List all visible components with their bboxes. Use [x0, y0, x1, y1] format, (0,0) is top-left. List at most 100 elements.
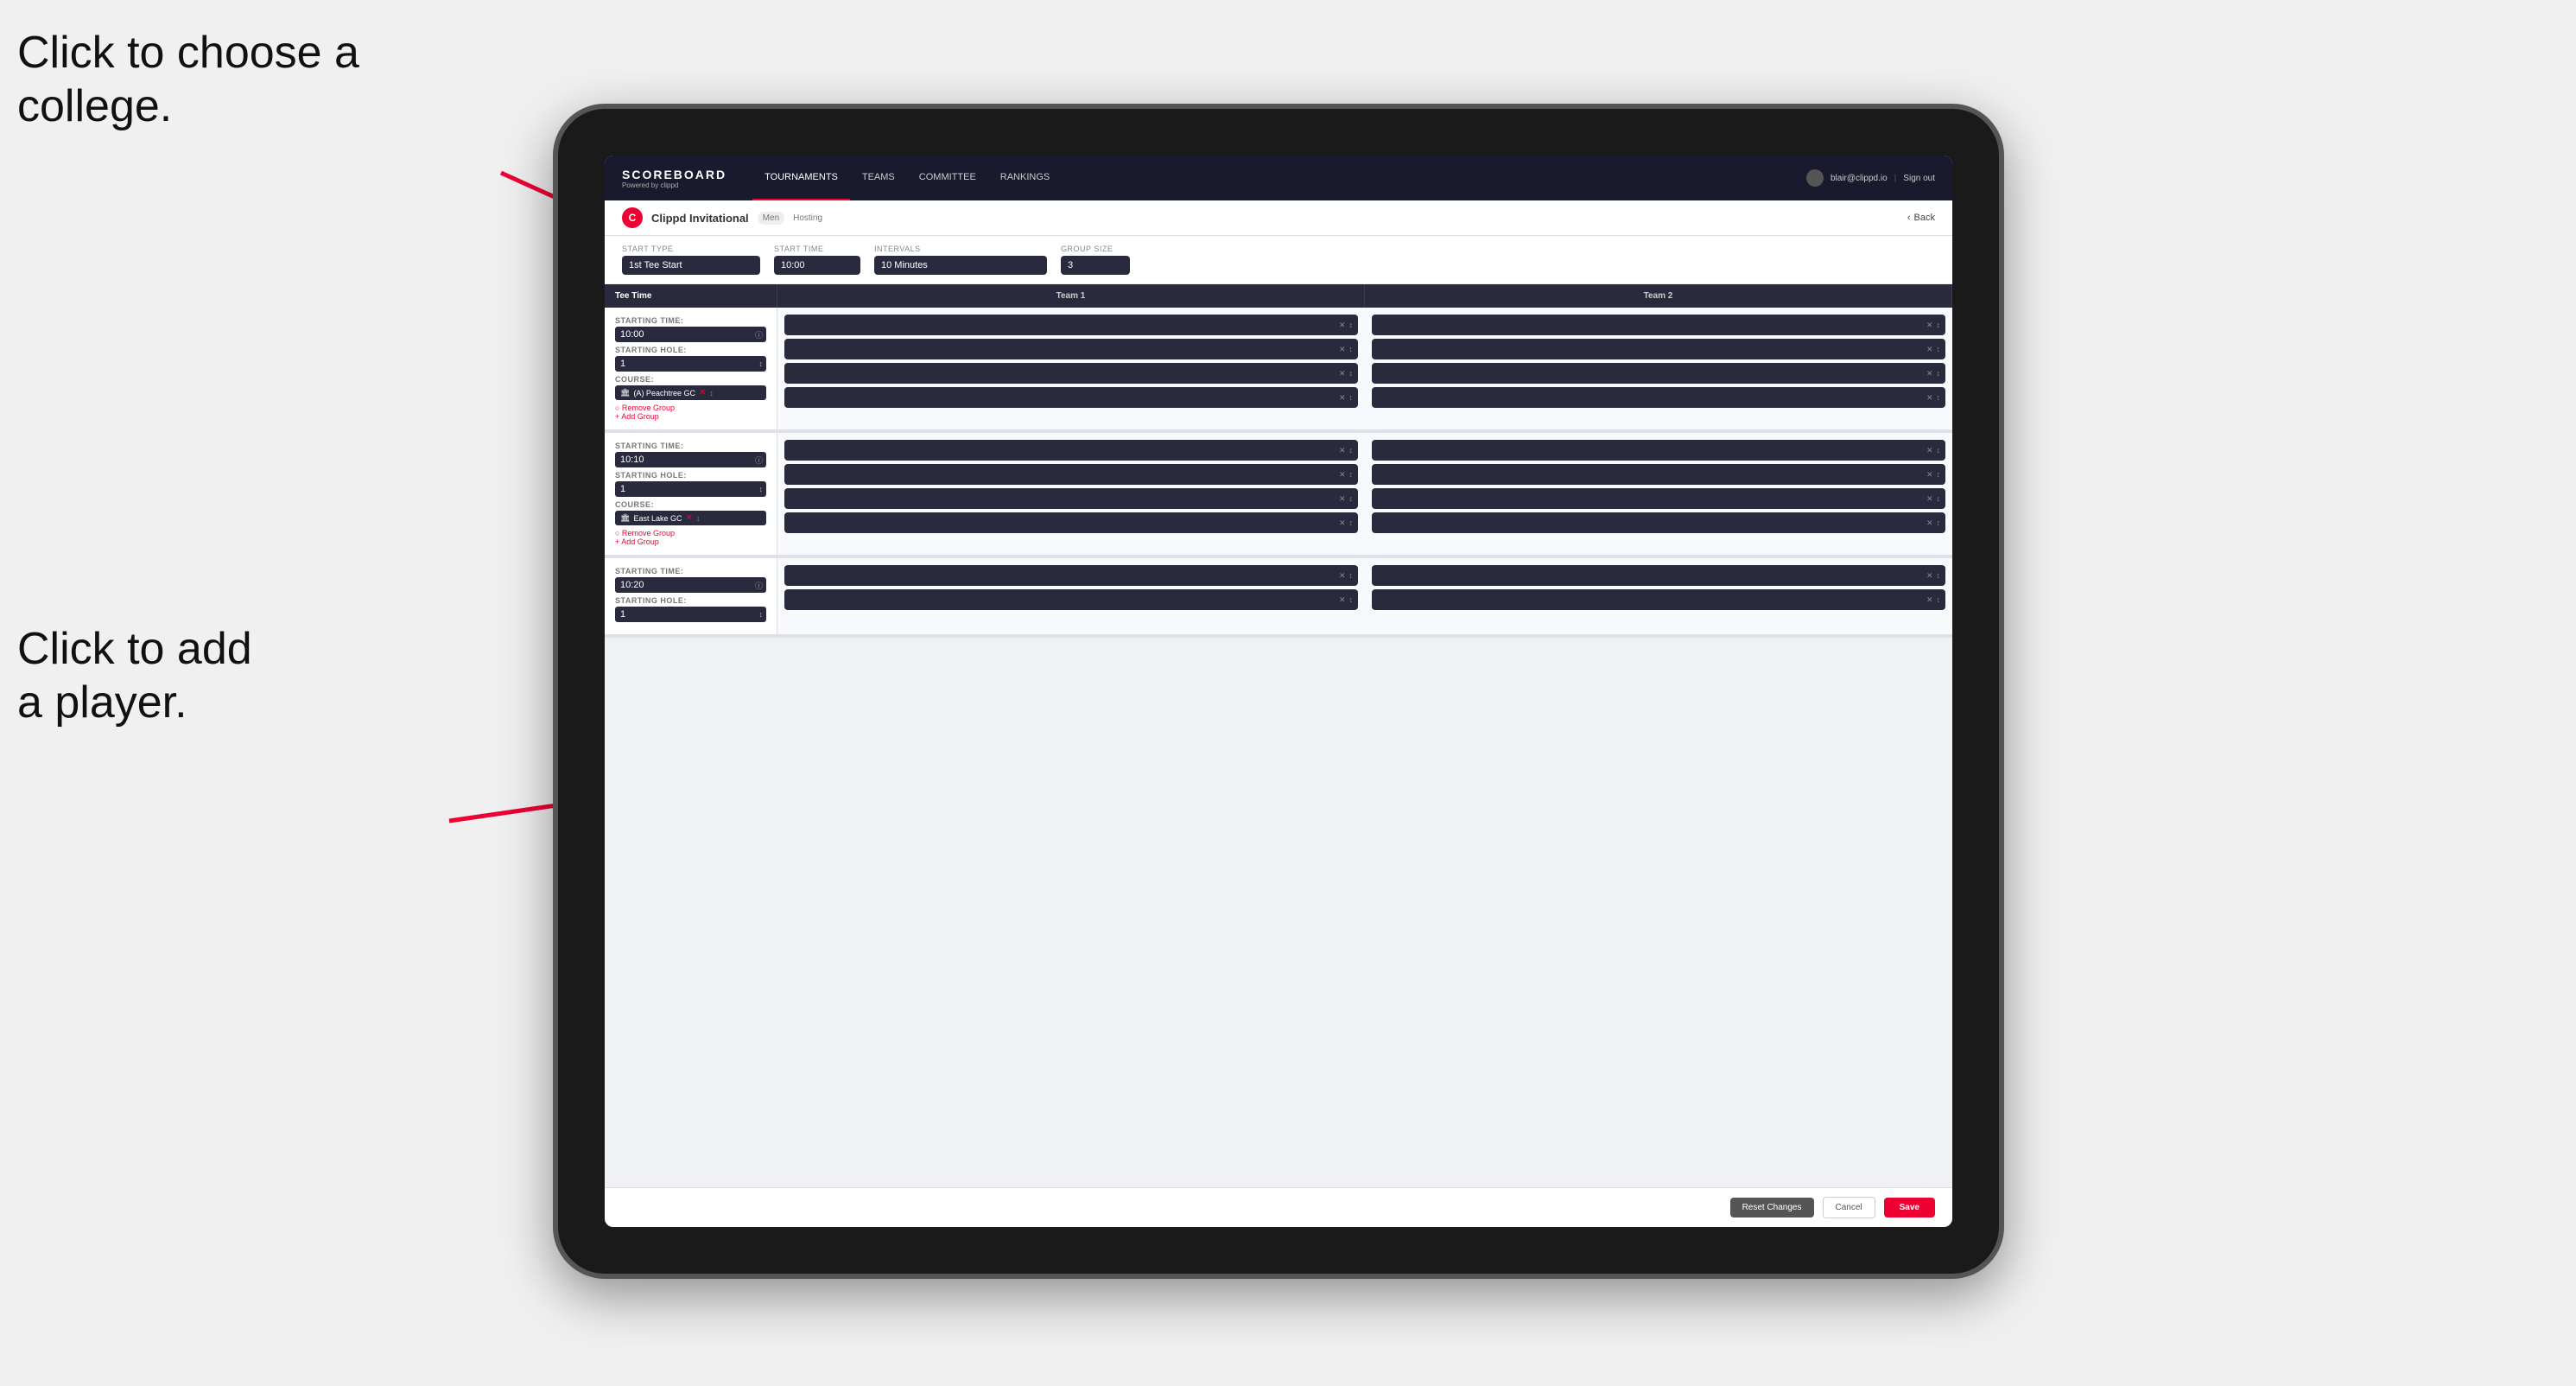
group-team2-1: ✕ ↕ ✕ ↕ ✕ ↕ ✕ ↕: [1365, 433, 1952, 555]
group-row-2: STARTING TIME: 10:20 ⓘ STARTING HOLE: 1 …: [605, 558, 1952, 638]
nav-logo: SCOREBOARD Powered by clippd: [622, 168, 726, 189]
group-team2-2: ✕ ↕ ✕ ↕: [1365, 558, 1952, 634]
start-type-select[interactable]: 1st Tee Start: [622, 256, 760, 275]
nav-user-email: blair@clippd.io: [1830, 174, 1888, 183]
group-size-label: Group Size: [1061, 245, 1130, 253]
player-slot-t2-2-1[interactable]: ✕ ↕: [1372, 589, 1945, 610]
player-slot-t2-0-extra-2[interactable]: ✕ ↕: [1372, 387, 1945, 408]
footer-bar: Reset Changes Cancel Save: [605, 1187, 1952, 1227]
player-slot-t2-0-1[interactable]: ✕ ↕: [1372, 339, 1945, 359]
player-slot-t2-0-extra-1[interactable]: ✕ ↕: [1372, 363, 1945, 384]
player-slot-t1-0-1[interactable]: ✕ ↕: [784, 339, 1358, 359]
group-row-0: STARTING TIME: 10:00 ⓘ STARTING HOLE: 1 …: [605, 308, 1952, 433]
starting-hole-label-0: STARTING HOLE:: [615, 346, 766, 354]
player-slot-x-icon[interactable]: ✕: [1339, 393, 1346, 403]
starting-hole-0: 1 ↕: [615, 356, 766, 372]
annotation-college: Click to choose acollege.: [17, 26, 359, 134]
group-left-2: STARTING TIME: 10:20 ⓘ STARTING HOLE: 1 …: [605, 558, 777, 634]
save-button[interactable]: Save: [1884, 1198, 1935, 1218]
group-team1-1: ✕ ↕ ✕ ↕ ✕ ↕ ✕ ↕: [777, 433, 1365, 555]
annotation-player: Click to adda player.: [17, 622, 252, 730]
player-slot-arr-icon: ↕: [1349, 393, 1354, 402]
player-slot-arr-icon: ↕: [1349, 369, 1354, 378]
group-left-0: STARTING TIME: 10:00 ⓘ STARTING HOLE: 1 …: [605, 308, 777, 429]
table-header: Tee Time Team 1 Team 2: [605, 284, 1952, 308]
back-button[interactable]: ‹ Back: [1907, 213, 1935, 223]
player-slot-t1-1-1[interactable]: ✕ ↕: [784, 464, 1358, 485]
tablet-screen: SCOREBOARD Powered by clippd TOURNAMENTS…: [605, 156, 1952, 1227]
tablet-frame: SCOREBOARD Powered by clippd TOURNAMENTS…: [553, 104, 2004, 1279]
data-table: Tee Time Team 1 Team 2 STARTING TIME: 10…: [605, 284, 1952, 1187]
intervals-select[interactable]: 10 Minutes: [874, 256, 1047, 275]
starting-time-0: 10:00 ⓘ: [615, 327, 766, 342]
player-slot-x-icon[interactable]: ✕: [1339, 321, 1346, 330]
player-slot-t2-1-extra-1[interactable]: ✕ ↕: [1372, 488, 1945, 509]
nav-logo-title: SCOREBOARD: [622, 168, 726, 181]
course-tag-remove-0[interactable]: ✕: [699, 388, 706, 397]
course-tag-1: 🏛 East Lake GC ✕ ↕: [615, 511, 766, 525]
group-team1-2: ✕ ↕ ✕ ↕: [777, 558, 1365, 634]
add-group-1[interactable]: + Add Group: [615, 537, 766, 546]
course-tag-0: 🏛 (A) Peachtree GC ✕ ↕: [615, 385, 766, 400]
player-slot-t2-0-0[interactable]: ✕ ↕: [1372, 315, 1945, 335]
nav-link-committee[interactable]: COMMITTEE: [907, 156, 988, 200]
player-slot-t1-2-0[interactable]: ✕ ↕: [784, 565, 1358, 586]
course-name-1: East Lake GC: [633, 514, 682, 523]
nav-user: blair@clippd.io | Sign out: [1806, 169, 1935, 187]
group-team2-0: ✕ ↕ ✕ ↕ ✕ ↕ ✕ ↕: [1365, 308, 1952, 429]
sub-logo: C: [622, 207, 643, 228]
add-group-0[interactable]: + Add Group: [615, 412, 766, 421]
player-slot-t1-0-0[interactable]: ✕ ↕: [784, 315, 1358, 335]
player-slot-t1-1-extra-2[interactable]: ✕ ↕: [784, 512, 1358, 533]
player-slot-t2-1-1[interactable]: ✕ ↕: [1372, 464, 1945, 485]
nav-link-teams[interactable]: TEAMS: [850, 156, 907, 200]
sub-badge: Men: [758, 212, 784, 225]
nav-link-rankings[interactable]: RANKINGS: [988, 156, 1062, 200]
col-team1: Team 1: [777, 284, 1365, 308]
player-slot-t2-2-0[interactable]: ✕ ↕: [1372, 565, 1945, 586]
nav-user-avatar: [1806, 169, 1824, 187]
nav-link-tournaments[interactable]: TOURNAMENTS: [752, 156, 850, 200]
form-row: Start Type 1st Tee Start Start Time Inte…: [605, 236, 1952, 284]
col-team2: Team 2: [1365, 284, 1952, 308]
group-team1-0: ✕ ↕ ✕ ↕ ✕ ↕ ✕ ↕: [777, 308, 1365, 429]
player-slot-t1-0-extra-1[interactable]: ✕ ↕: [784, 363, 1358, 384]
player-slot-arr-icon: ↕: [1349, 345, 1354, 353]
col-tee-time: Tee Time: [605, 284, 777, 308]
player-slot-x-icon[interactable]: ✕: [1339, 345, 1346, 354]
nav-sign-out[interactable]: Sign out: [1903, 174, 1935, 183]
sub-header: C Clippd Invitational Men Hosting ‹ Back: [605, 200, 1952, 236]
remove-group-1[interactable]: ○ Remove Group: [615, 529, 766, 537]
player-slot-arr-icon: ↕: [1349, 321, 1354, 329]
starting-time-label-0: STARTING TIME:: [615, 316, 766, 325]
cancel-button[interactable]: Cancel: [1823, 1197, 1875, 1218]
sub-header-left: C Clippd Invitational Men Hosting: [622, 207, 822, 228]
nav-bar: SCOREBOARD Powered by clippd TOURNAMENTS…: [605, 156, 1952, 200]
group-size-select[interactable]: 3: [1061, 256, 1130, 275]
form-group-group-size: Group Size 3: [1061, 245, 1130, 275]
nav-logo-sub: Powered by clippd: [622, 181, 726, 189]
course-tag-arrows-0: ↕: [709, 389, 714, 397]
intervals-label: Intervals: [874, 245, 1047, 253]
start-type-label: Start Type: [622, 245, 760, 253]
nav-links: TOURNAMENTS TEAMS COMMITTEE RANKINGS: [752, 156, 1806, 200]
course-name-0: (A) Peachtree GC: [633, 389, 695, 397]
player-slot-t1-1-extra-1[interactable]: ✕ ↕: [784, 488, 1358, 509]
reset-button[interactable]: Reset Changes: [1730, 1198, 1814, 1218]
player-slot-t1-1-0[interactable]: ✕ ↕: [784, 440, 1358, 461]
player-slot-t2-1-0[interactable]: ✕ ↕: [1372, 440, 1945, 461]
form-group-intervals: Intervals 10 Minutes: [874, 245, 1047, 275]
remove-group-0[interactable]: ○ Remove Group: [615, 404, 766, 412]
start-time-label: Start Time: [774, 245, 860, 253]
start-time-input[interactable]: [774, 256, 860, 275]
sub-hosting: Hosting: [793, 213, 822, 223]
player-slot-t1-0-extra-2[interactable]: ✕ ↕: [784, 387, 1358, 408]
form-group-start-type: Start Type 1st Tee Start: [622, 245, 760, 275]
sub-title: Clippd Invitational: [651, 212, 749, 225]
player-slot-t1-2-1[interactable]: ✕ ↕: [784, 589, 1358, 610]
course-label-0: COURSE:: [615, 375, 766, 384]
player-slot-t2-1-extra-2[interactable]: ✕ ↕: [1372, 512, 1945, 533]
course-tag-icon-0: 🏛: [620, 388, 630, 397]
player-slot-x-icon[interactable]: ✕: [1339, 369, 1346, 378]
group-row-1: STARTING TIME: 10:10 ⓘ STARTING HOLE: 1 …: [605, 433, 1952, 558]
